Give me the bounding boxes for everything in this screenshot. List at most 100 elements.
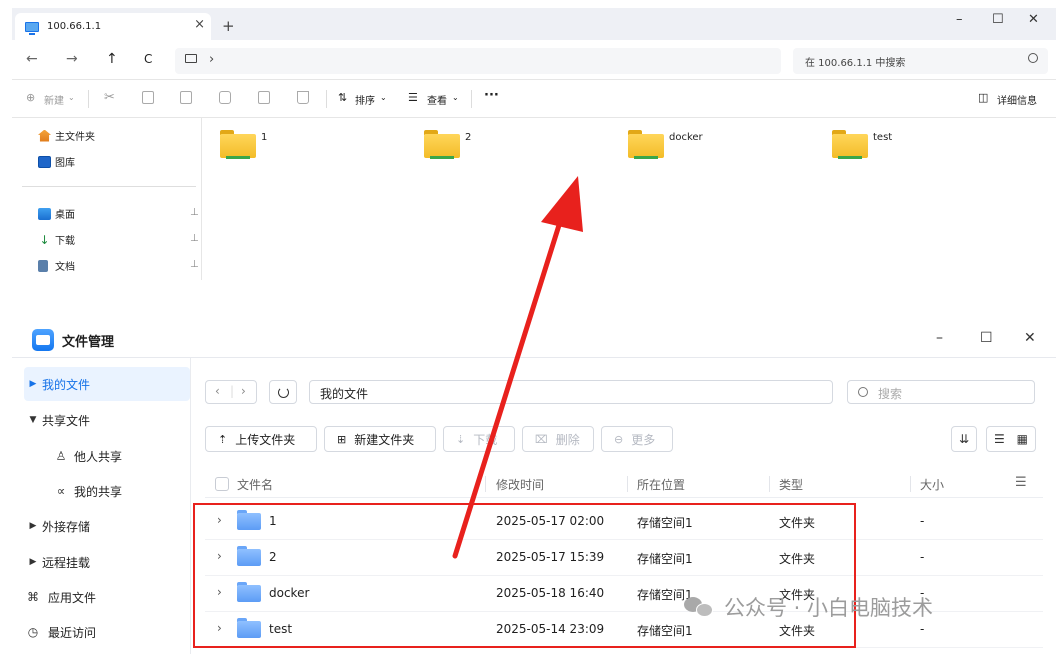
delete-button[interactable]: ⌧ 删除: [522, 426, 594, 452]
table-row[interactable]: › 1 2025-05-17 02:00 存储空间1 文件夹 -: [205, 504, 1043, 540]
minimize-button[interactable]: –: [936, 330, 943, 346]
search-box[interactable]: 在 100.66.1.1 中搜索: [793, 48, 1048, 74]
breadcrumb-chevron-icon[interactable]: ›: [209, 52, 214, 67]
main-panel: ‹ | › 我的文件 搜索 ⇡ 上传文件夹 ⊞ 新建文件夹 ⇣ 下载 ⌧ 删除 …: [190, 358, 1056, 654]
download-button[interactable]: ⇣ 下载: [443, 426, 515, 452]
sidebar-item-recent[interactable]: ◷ 最近访问: [24, 615, 190, 649]
search-input[interactable]: 搜索: [847, 380, 1035, 404]
delete-icon[interactable]: [297, 91, 309, 104]
new-button[interactable]: 新建: [44, 92, 64, 107]
paste-icon[interactable]: [180, 91, 192, 104]
refresh-button[interactable]: C: [144, 52, 152, 66]
copy-icon[interactable]: [142, 91, 154, 104]
sidebar-item-desktop[interactable]: 桌面: [38, 206, 75, 221]
expand-arrow-icon[interactable]: ▶: [24, 379, 42, 389]
folder-name: 1: [261, 132, 268, 143]
sidebar-item-label: 远程挂载: [42, 555, 91, 570]
column-location[interactable]: 所在位置: [637, 476, 685, 493]
table-row[interactable]: › 2 2025-05-17 15:39 存储空间1 文件夹 -: [205, 540, 1043, 576]
sidebar-divider: [22, 186, 196, 187]
search-icon: [858, 387, 868, 397]
upload-folder-button[interactable]: ⇡ 上传文件夹: [205, 426, 317, 452]
document-icon: [38, 259, 48, 272]
minimize-button[interactable]: –: [956, 12, 963, 27]
cell-location: 存储空间1: [637, 624, 693, 638]
refresh-icon[interactable]: [269, 380, 297, 404]
tab-close-icon[interactable]: ×: [194, 17, 205, 32]
cell-name: 1: [269, 514, 277, 528]
sidebar-item-others-shared[interactable]: ♙ 他人共享: [24, 439, 190, 473]
collapse-arrow-icon[interactable]: ▼: [24, 415, 42, 425]
new-tab-button[interactable]: +: [222, 17, 235, 35]
column-type[interactable]: 类型: [779, 476, 803, 493]
tab-network-share[interactable]: 100.66.1.1 ×: [15, 13, 211, 40]
expand-chevron-icon[interactable]: ›: [217, 585, 222, 599]
cell-modified: 2025-05-17 15:39: [496, 550, 605, 564]
grid-view-icon[interactable]: ▦: [1017, 432, 1028, 446]
maximize-button[interactable]: ☐: [992, 12, 1004, 27]
column-name[interactable]: 文件名: [237, 476, 273, 493]
column-settings-icon[interactable]: ☰: [1015, 475, 1027, 490]
table-row[interactable]: › test 2025-05-14 23:09 存储空间1 文件夹 -: [205, 612, 1043, 648]
sidebar-item-downloads[interactable]: ↓ 下载: [38, 232, 75, 248]
back-button[interactable]: ‹: [215, 384, 220, 398]
close-button[interactable]: ✕: [1024, 330, 1036, 346]
sidebar-item-label: 他人共享: [74, 449, 123, 464]
folder-icon: [237, 618, 261, 638]
history-nav: ‹ | ›: [205, 380, 257, 404]
sidebar-item-documents[interactable]: 文档: [38, 258, 75, 273]
pin-icon[interactable]: ⊥: [190, 233, 199, 244]
more-button[interactable]: ···: [484, 88, 499, 103]
pc-icon: [185, 54, 197, 63]
list-view-icon[interactable]: ☰: [994, 432, 1005, 446]
sort-button[interactable]: 排序: [355, 92, 375, 107]
sort-icon: ⇊: [958, 432, 970, 446]
sidebar-item-external-storage[interactable]: ▶ 外接存储: [24, 509, 190, 543]
column-divider[interactable]: [910, 476, 911, 492]
share-icon[interactable]: [258, 91, 270, 104]
path-input[interactable]: 我的文件: [309, 380, 833, 404]
column-size[interactable]: 大小: [920, 476, 944, 493]
button-label: 上传文件夹: [235, 432, 296, 447]
address-bar[interactable]: ›: [175, 48, 781, 74]
pin-icon[interactable]: ⊥: [190, 259, 199, 270]
sidebar-item-my-shared[interactable]: ∝ 我的共享: [24, 474, 190, 508]
column-divider[interactable]: [627, 476, 628, 492]
navigation-bar: ← → ↑ C › 在 100.66.1.1 中搜索: [12, 40, 1056, 80]
expand-arrow-icon[interactable]: ▶: [24, 557, 42, 567]
pin-icon[interactable]: ⊥: [190, 207, 199, 218]
cell-modified: 2025-05-17 02:00: [496, 514, 605, 528]
sidebar-item-my-files[interactable]: ▶ 我的文件: [24, 367, 190, 401]
view-button[interactable]: 查看: [427, 92, 447, 107]
column-divider[interactable]: [769, 476, 770, 492]
forward-button[interactable]: ›: [241, 384, 246, 398]
back-button[interactable]: ←: [26, 51, 38, 67]
sidebar-item-shared-files[interactable]: ▼ 共享文件: [24, 403, 190, 437]
sidebar-item-remote-mount[interactable]: ▶ 远程挂载: [24, 545, 190, 579]
view-toggle[interactable]: ☰ ▦: [986, 426, 1036, 452]
column-modified[interactable]: 修改时间: [496, 476, 544, 493]
more-button[interactable]: ⊖ 更多: [601, 426, 673, 452]
sidebar-item-gallery[interactable]: 图库: [38, 154, 75, 169]
download-icon: ⇣: [456, 432, 466, 446]
details-button[interactable]: 详细信息: [997, 92, 1037, 107]
expand-chevron-icon[interactable]: ›: [217, 549, 222, 563]
sort-button[interactable]: ⇊: [951, 426, 977, 452]
up-button[interactable]: ↑: [106, 51, 118, 67]
expand-chevron-icon[interactable]: ›: [217, 513, 222, 527]
table-row[interactable]: › docker 2025-05-18 16:40 存储空间1 文件夹 -: [205, 576, 1043, 612]
maximize-button[interactable]: ☐: [980, 330, 993, 346]
select-all-checkbox[interactable]: [215, 477, 229, 491]
sidebar-item-label: 主文件夹: [55, 132, 95, 143]
column-divider[interactable]: [485, 476, 486, 492]
sidebar-item-app-files[interactable]: ⌘ 应用文件: [24, 580, 190, 614]
sidebar-item-home[interactable]: 主文件夹: [38, 128, 95, 143]
folder-icon: [424, 130, 460, 160]
close-button[interactable]: ✕: [1028, 12, 1039, 27]
forward-button[interactable]: →: [66, 51, 78, 67]
cut-icon[interactable]: ✂: [104, 90, 115, 105]
new-folder-button[interactable]: ⊞ 新建文件夹: [324, 426, 436, 452]
rename-icon[interactable]: [219, 91, 231, 104]
expand-chevron-icon[interactable]: ›: [217, 621, 222, 635]
expand-arrow-icon[interactable]: ▶: [24, 521, 42, 531]
